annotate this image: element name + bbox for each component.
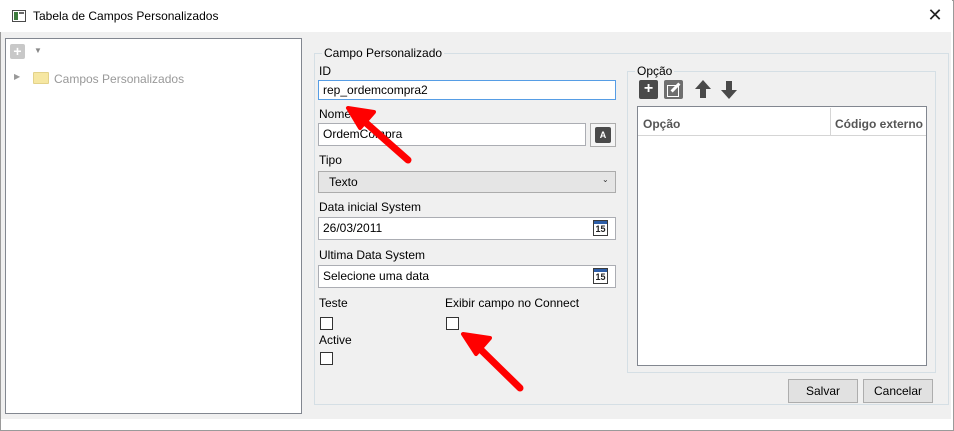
- annotation-overlay: [346, 106, 524, 392]
- annotation-arrow: [346, 106, 412, 164]
- annotation-arrow: [461, 332, 524, 392]
